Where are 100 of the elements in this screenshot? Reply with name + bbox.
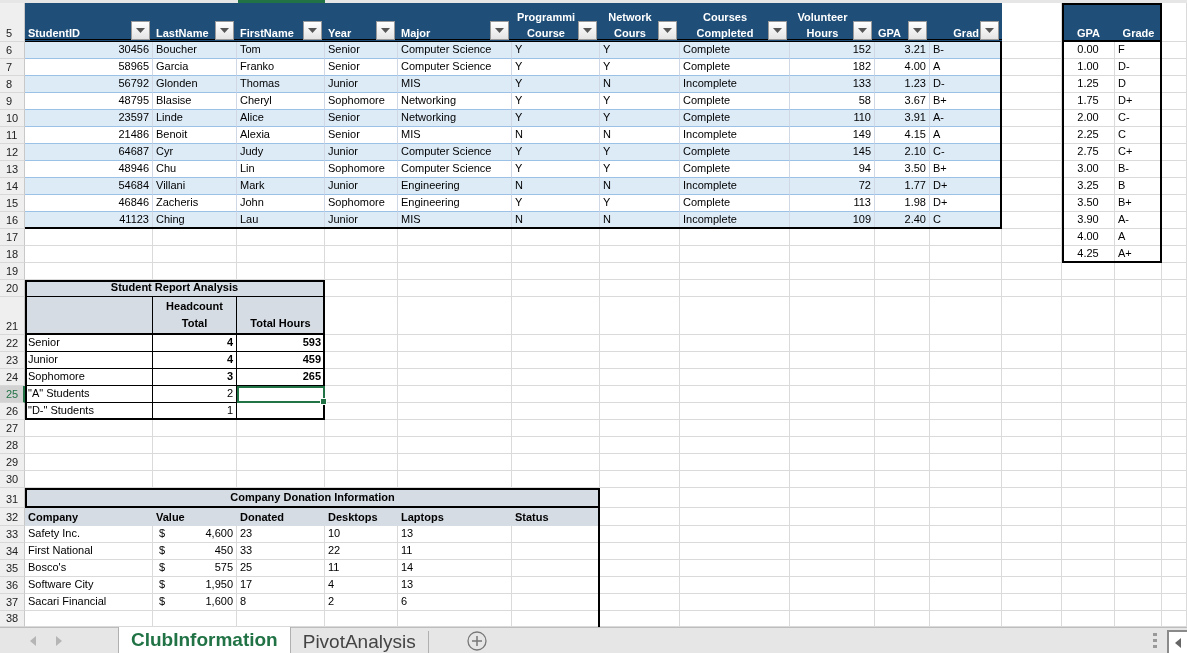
row-number[interactable]: 9 [0,93,25,110]
table-cell: 3.50 [875,161,930,178]
filter-dropdown[interactable] [215,21,234,40]
table-cell: Engineering [398,178,512,195]
row-number[interactable]: 8 [0,76,25,93]
table-cell: Alexia [237,127,325,144]
table-cell: MIS [398,127,512,144]
row-number[interactable]: 15 [0,195,25,212]
row-number[interactable]: 20 [0,280,25,297]
table-cell: 64687 [25,144,153,161]
filter-dropdown[interactable] [768,21,787,40]
currency-sign: $ [158,578,166,591]
row-number[interactable]: 31 [0,488,25,508]
table-cell: 149 [790,127,875,144]
row-number[interactable]: 10 [0,110,25,127]
row-number[interactable]: 14 [0,178,25,195]
table-cell: 72 [790,178,875,195]
row-number[interactable]: 23 [0,352,25,369]
row-number[interactable]: 24 [0,369,25,386]
table-cell: 450 [214,544,233,557]
row-number[interactable]: 25 [0,386,25,403]
drag-handle-icon[interactable] [1153,632,1157,649]
table-cell: Villani [153,178,237,195]
filter-dropdown[interactable] [131,21,150,40]
row-number[interactable]: 21 [0,297,25,335]
row-number[interactable]: 27 [0,420,25,437]
row-number[interactable]: 19 [0,263,25,280]
row-number[interactable]: 6 [0,42,25,59]
row-number[interactable]: 29 [0,454,25,471]
table-cell: 1.77 [875,178,930,195]
table-cell: Y [512,76,600,93]
table-cell: 145 [790,144,875,161]
row-number[interactable]: 22 [0,335,25,352]
row-number[interactable]: 16 [0,212,25,229]
table-cell: 4.15 [875,127,930,144]
row-number[interactable]: 5 [0,3,25,42]
table-cell: 113 [790,195,875,212]
column-header: Network Cours [607,10,653,41]
selected-cell[interactable] [237,386,325,403]
filter-dropdown[interactable] [658,21,677,40]
table-cell: Cyr [153,144,237,161]
table-cell: Franko [237,59,325,76]
row-number[interactable]: 17 [0,229,25,246]
table-cell: Sophomore [325,93,398,110]
filter-dropdown[interactable] [980,21,999,40]
sheet-tab[interactable]: PivotAnalysis [290,631,429,653]
row-number[interactable]: 36 [0,577,25,594]
caret-icon [913,28,922,33]
scroll-left-icon[interactable] [1175,637,1181,648]
row-number[interactable]: 11 [0,127,25,144]
table-cell[interactable]: 265 [237,369,325,386]
table-cell: 48946 [25,161,153,178]
table-cell: 21486 [25,127,153,144]
table-cell: Networking [398,110,512,127]
filter-dropdown[interactable] [853,21,872,40]
row-number[interactable]: 13 [0,161,25,178]
table-cell: 2 [153,386,237,403]
row-number[interactable]: 26 [0,403,25,420]
row-number[interactable]: 30 [0,471,25,488]
filter-dropdown[interactable] [376,21,395,40]
row-number[interactable]: 37 [0,594,25,611]
column-header: Headcount Total [153,297,237,335]
filter-dropdown[interactable] [303,21,322,40]
filter-dropdown[interactable] [908,21,927,40]
row-number[interactable]: 12 [0,144,25,161]
table-cell: 48795 [25,93,153,110]
column-header: Grad [952,26,979,41]
filter-dropdown[interactable] [490,21,509,40]
table-title: Company Donation Information [25,488,600,508]
table-cell[interactable]: 593 [237,335,325,352]
row-number[interactable]: 7 [0,59,25,76]
table-cell: A- [930,110,1002,127]
table-cell: D+ [930,195,1002,212]
table-cell: 46846 [25,195,153,212]
caret-icon [495,28,504,33]
table-cell: Y [512,93,600,110]
column-header: Total Hours [237,297,325,335]
table-cell: Y [600,110,680,127]
table-cell: Y [600,195,680,212]
row-number[interactable]: 28 [0,437,25,454]
column-header: FirstName [240,26,295,41]
row-number[interactable]: 35 [0,560,25,577]
table-cell: Complete [680,110,790,127]
table-cell: C- [930,144,1002,161]
row-number[interactable]: 33 [0,526,25,543]
row-number[interactable]: 18 [0,246,25,263]
caret-icon [663,28,672,33]
table-cell: Y [600,59,680,76]
table-cell: Junior [325,76,398,93]
table-cell[interactable]: 459 [237,352,325,369]
sheet-tab[interactable]: ClubInformation [118,627,291,653]
filter-dropdown[interactable] [578,21,597,40]
row-number[interactable]: 34 [0,543,25,560]
add-sheet-icon[interactable] [466,630,487,651]
table-cell: Tom [237,42,325,59]
row-number[interactable]: 38 [0,611,25,627]
table-cell: Y [600,42,680,59]
table-cell: B+ [930,93,1002,110]
table-cell: 4,600 [205,527,233,540]
row-number[interactable]: 32 [0,508,25,526]
